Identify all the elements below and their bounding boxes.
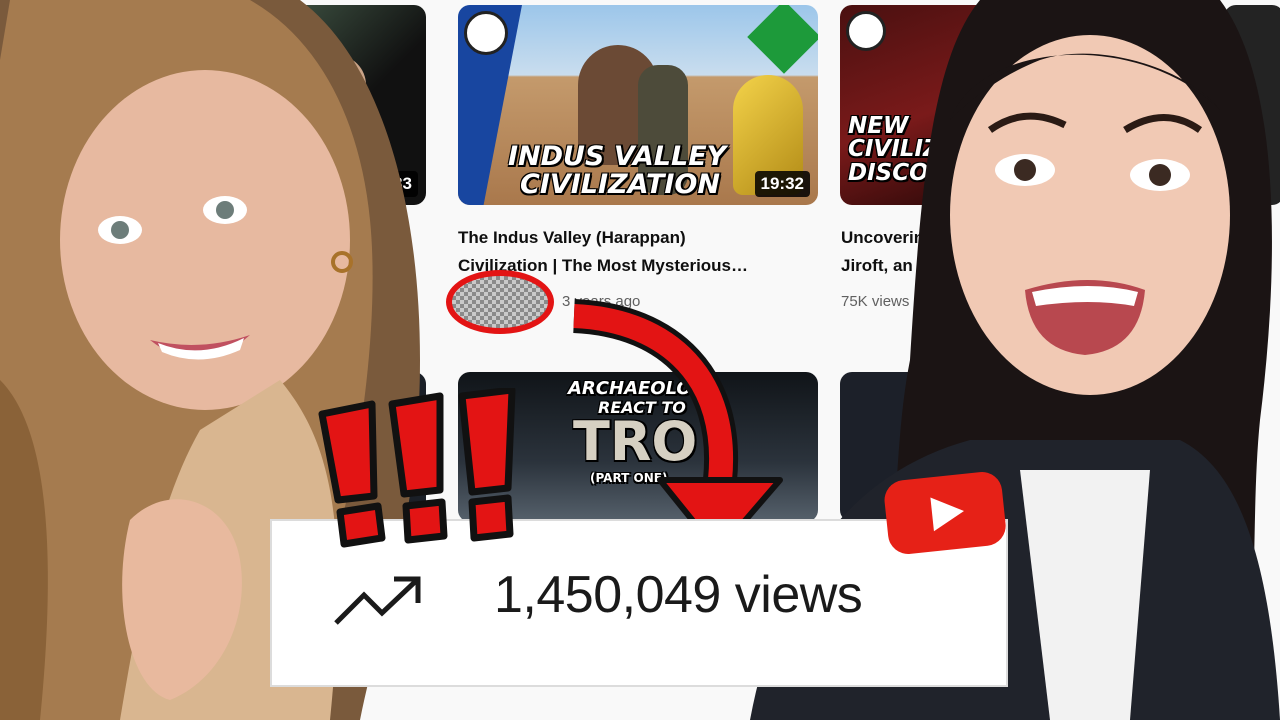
exclamation-marks xyxy=(318,388,516,548)
thumbnail-caption-line: CIVILIZATION xyxy=(520,168,720,200)
channel-logo-icon xyxy=(464,11,508,55)
trending-up-icon xyxy=(334,576,421,625)
youtube-logo-icon xyxy=(884,472,1006,554)
thumbnail-caption: INDUS VALLEY CIVILIZATION xyxy=(508,143,726,198)
views-count: 1,450,049 views xyxy=(494,566,863,624)
blurred-channel-avatar xyxy=(446,270,554,334)
thumbnail-caption-line: INDUS VALLEY xyxy=(508,141,727,172)
